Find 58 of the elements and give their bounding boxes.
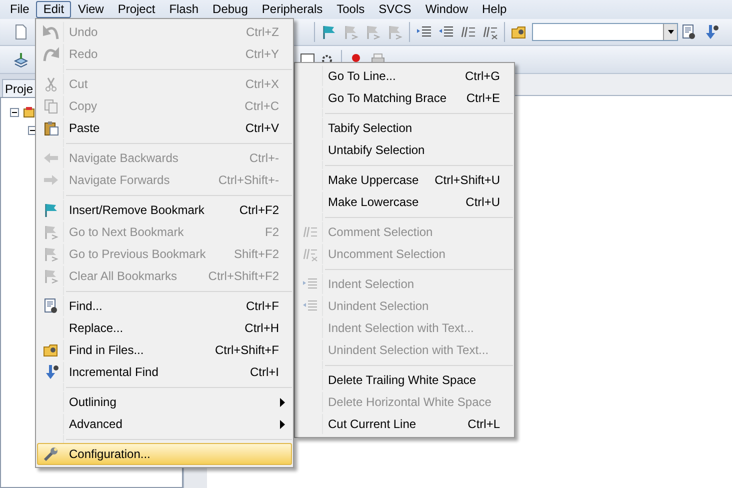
- dropdown-arrow-icon: [666, 28, 674, 36]
- wrench-icon: [43, 446, 59, 462]
- menu-item[interactable]: Outlining: [37, 391, 292, 413]
- menu-bar-item[interactable]: Flash: [162, 1, 206, 18]
- submenu-arrow-icon: [280, 398, 285, 406]
- new-file-icon[interactable]: [13, 24, 29, 40]
- undo-icon: [42, 24, 58, 40]
- menu-bar-item[interactable]: Project: [110, 1, 162, 18]
- copy-icon: [42, 98, 58, 114]
- project-icon: [23, 106, 35, 118]
- menu-bar-item[interactable]: Debug: [206, 1, 255, 18]
- menu-item[interactable]: Tabify Selection: [296, 117, 513, 139]
- find-document-icon: [42, 298, 58, 314]
- load-stack-icon[interactable]: [13, 52, 29, 68]
- right-arrow-icon: [42, 172, 58, 188]
- scissors-icon: [42, 76, 58, 92]
- menu-item[interactable]: Find in Files... Ctrl+Shift+F: [37, 339, 292, 361]
- left-arrow-icon: [42, 150, 58, 166]
- find-document-icon[interactable]: [681, 24, 697, 40]
- menu-bar-item[interactable]: Window: [418, 1, 475, 18]
- redo-icon: [42, 46, 58, 62]
- menu-item[interactable]: Find... Ctrl+F: [37, 295, 292, 317]
- comment-lines-icon[interactable]: [460, 24, 476, 40]
- uncomment-lines-icon[interactable]: [482, 24, 498, 40]
- menu-item[interactable]: Insert/Remove Bookmark Ctrl+F2: [37, 199, 292, 221]
- menu-item[interactable]: Go To Matching Brace Ctrl+E: [296, 87, 513, 109]
- menu-bar-item[interactable]: Peripherals: [254, 1, 330, 18]
- menu-bar-item[interactable]: Tools: [330, 1, 372, 18]
- flag-icon: [42, 268, 58, 284]
- flag-icon: [42, 246, 58, 262]
- flag-icon: [42, 202, 58, 218]
- menu-bar-item[interactable]: Help: [475, 1, 514, 18]
- flag-icon: [42, 224, 58, 240]
- menu-item[interactable]: Untabify Selection: [296, 139, 513, 161]
- menu-item[interactable]: Delete Trailing White Space: [296, 369, 513, 391]
- menu-item[interactable]: Configuration...: [37, 443, 292, 465]
- uncomment-lines-icon: [302, 246, 318, 262]
- menu-item[interactable]: Cut Current Line Ctrl+L: [296, 413, 513, 435]
- flag-icon[interactable]: [321, 24, 337, 40]
- submenu-arrow-icon: [280, 420, 285, 428]
- comment-lines-icon: [302, 224, 318, 240]
- menu-bar-item[interactable]: View: [71, 1, 111, 18]
- menu-item[interactable]: Make Lowercase Ctrl+U: [296, 191, 513, 213]
- menu-item[interactable]: Incremental Find Ctrl+I: [37, 361, 292, 383]
- menu-item[interactable]: Paste Ctrl+V: [37, 117, 292, 139]
- menu-bar-item[interactable]: SVCS: [372, 1, 418, 18]
- folder-icon: [42, 342, 58, 358]
- clipboard-icon: [42, 120, 58, 136]
- menu-bar-item[interactable]: Edit: [36, 1, 72, 18]
- expander-icon[interactable]: [10, 108, 19, 117]
- menu-item[interactable]: Replace... Ctrl+H: [37, 317, 292, 339]
- panel-tab[interactable]: Proje: [2, 79, 36, 97]
- menu-bar-item[interactable]: File: [3, 1, 36, 18]
- folder-icon[interactable]: [511, 24, 527, 40]
- arrow-down-icon[interactable]: [703, 24, 719, 40]
- menu-item[interactable]: Go To Line... Ctrl+G: [296, 65, 513, 87]
- menu-item[interactable]: Make Uppercase Ctrl+Shift+U: [296, 169, 513, 191]
- menu-item[interactable]: Advanced: [37, 413, 292, 435]
